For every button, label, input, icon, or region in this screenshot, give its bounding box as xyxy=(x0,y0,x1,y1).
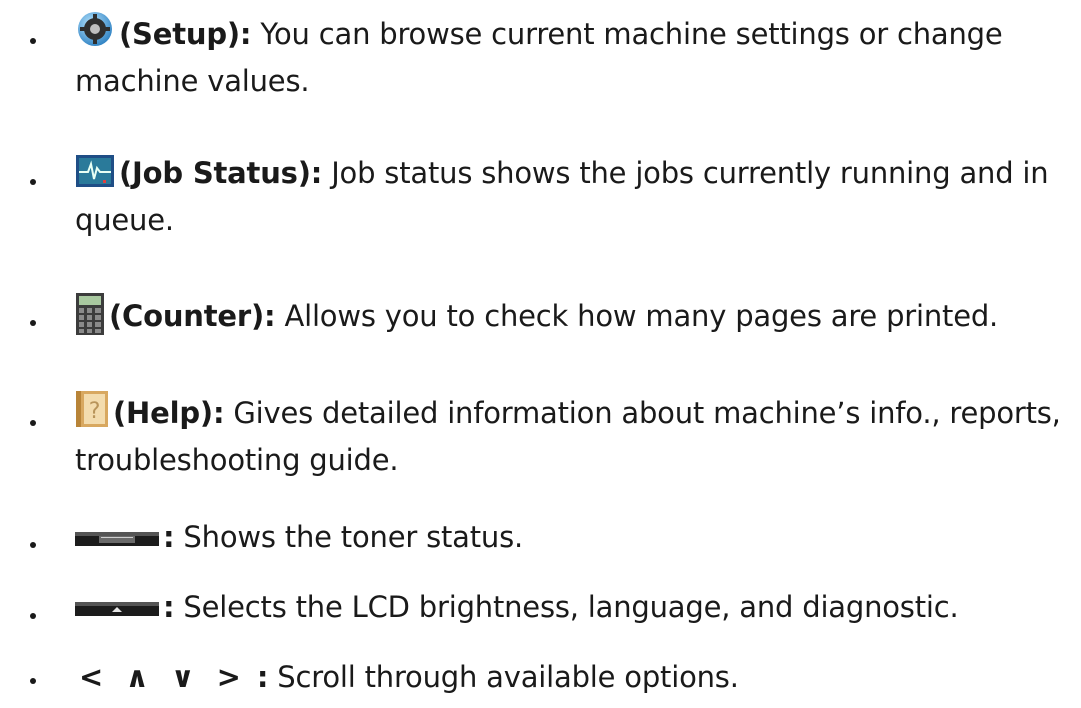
item-text: (Job Status): Job status shows the jobs … xyxy=(75,150,1073,244)
counter-calculator-icon xyxy=(76,293,104,335)
item-text: ? (Help): Gives detailed information abo… xyxy=(75,390,1073,484)
item-label: (Counter): xyxy=(109,299,276,333)
arrow-keys-icon: < ∧ ∨ > xyxy=(79,660,247,694)
bullet xyxy=(30,179,36,185)
item-label: (Job Status): xyxy=(119,156,323,190)
bullet xyxy=(30,320,36,326)
menu-eject-button-icon xyxy=(75,602,159,616)
item-description: Scroll through available options. xyxy=(268,660,739,694)
item-text: : Shows the toner status. xyxy=(75,514,1073,561)
item-label: (Help): xyxy=(113,396,225,430)
job-status-monitor-icon xyxy=(76,155,114,187)
item-description: Shows the toner status. xyxy=(174,520,524,554)
bullet xyxy=(30,38,36,44)
item-text: (Counter): Allows you to check how many … xyxy=(75,292,1073,340)
bullet xyxy=(30,613,36,619)
item-label: : xyxy=(163,520,175,554)
page: (Setup): You can browse current machine … xyxy=(0,0,1081,708)
toner-button-icon xyxy=(75,532,159,546)
item-text: (Setup): You can browse current machine … xyxy=(75,9,1073,105)
bullet xyxy=(30,678,36,684)
bullet xyxy=(30,542,36,548)
bullet xyxy=(30,420,36,426)
setup-gear-icon xyxy=(78,12,112,46)
item-description: Allows you to check how many pages are p… xyxy=(275,299,999,333)
item-text: < ∧ ∨ > : Scroll through available optio… xyxy=(75,654,1073,701)
item-label: : xyxy=(246,660,269,694)
svg-text:?: ? xyxy=(89,399,100,424)
item-text: : Selects the LCD brightness, language, … xyxy=(75,584,1073,631)
item-description: Selects the LCD brightness, language, an… xyxy=(174,590,959,624)
help-question-icon: ? xyxy=(76,391,108,427)
item-label: (Setup): xyxy=(119,17,252,51)
item-label: : xyxy=(163,590,175,624)
